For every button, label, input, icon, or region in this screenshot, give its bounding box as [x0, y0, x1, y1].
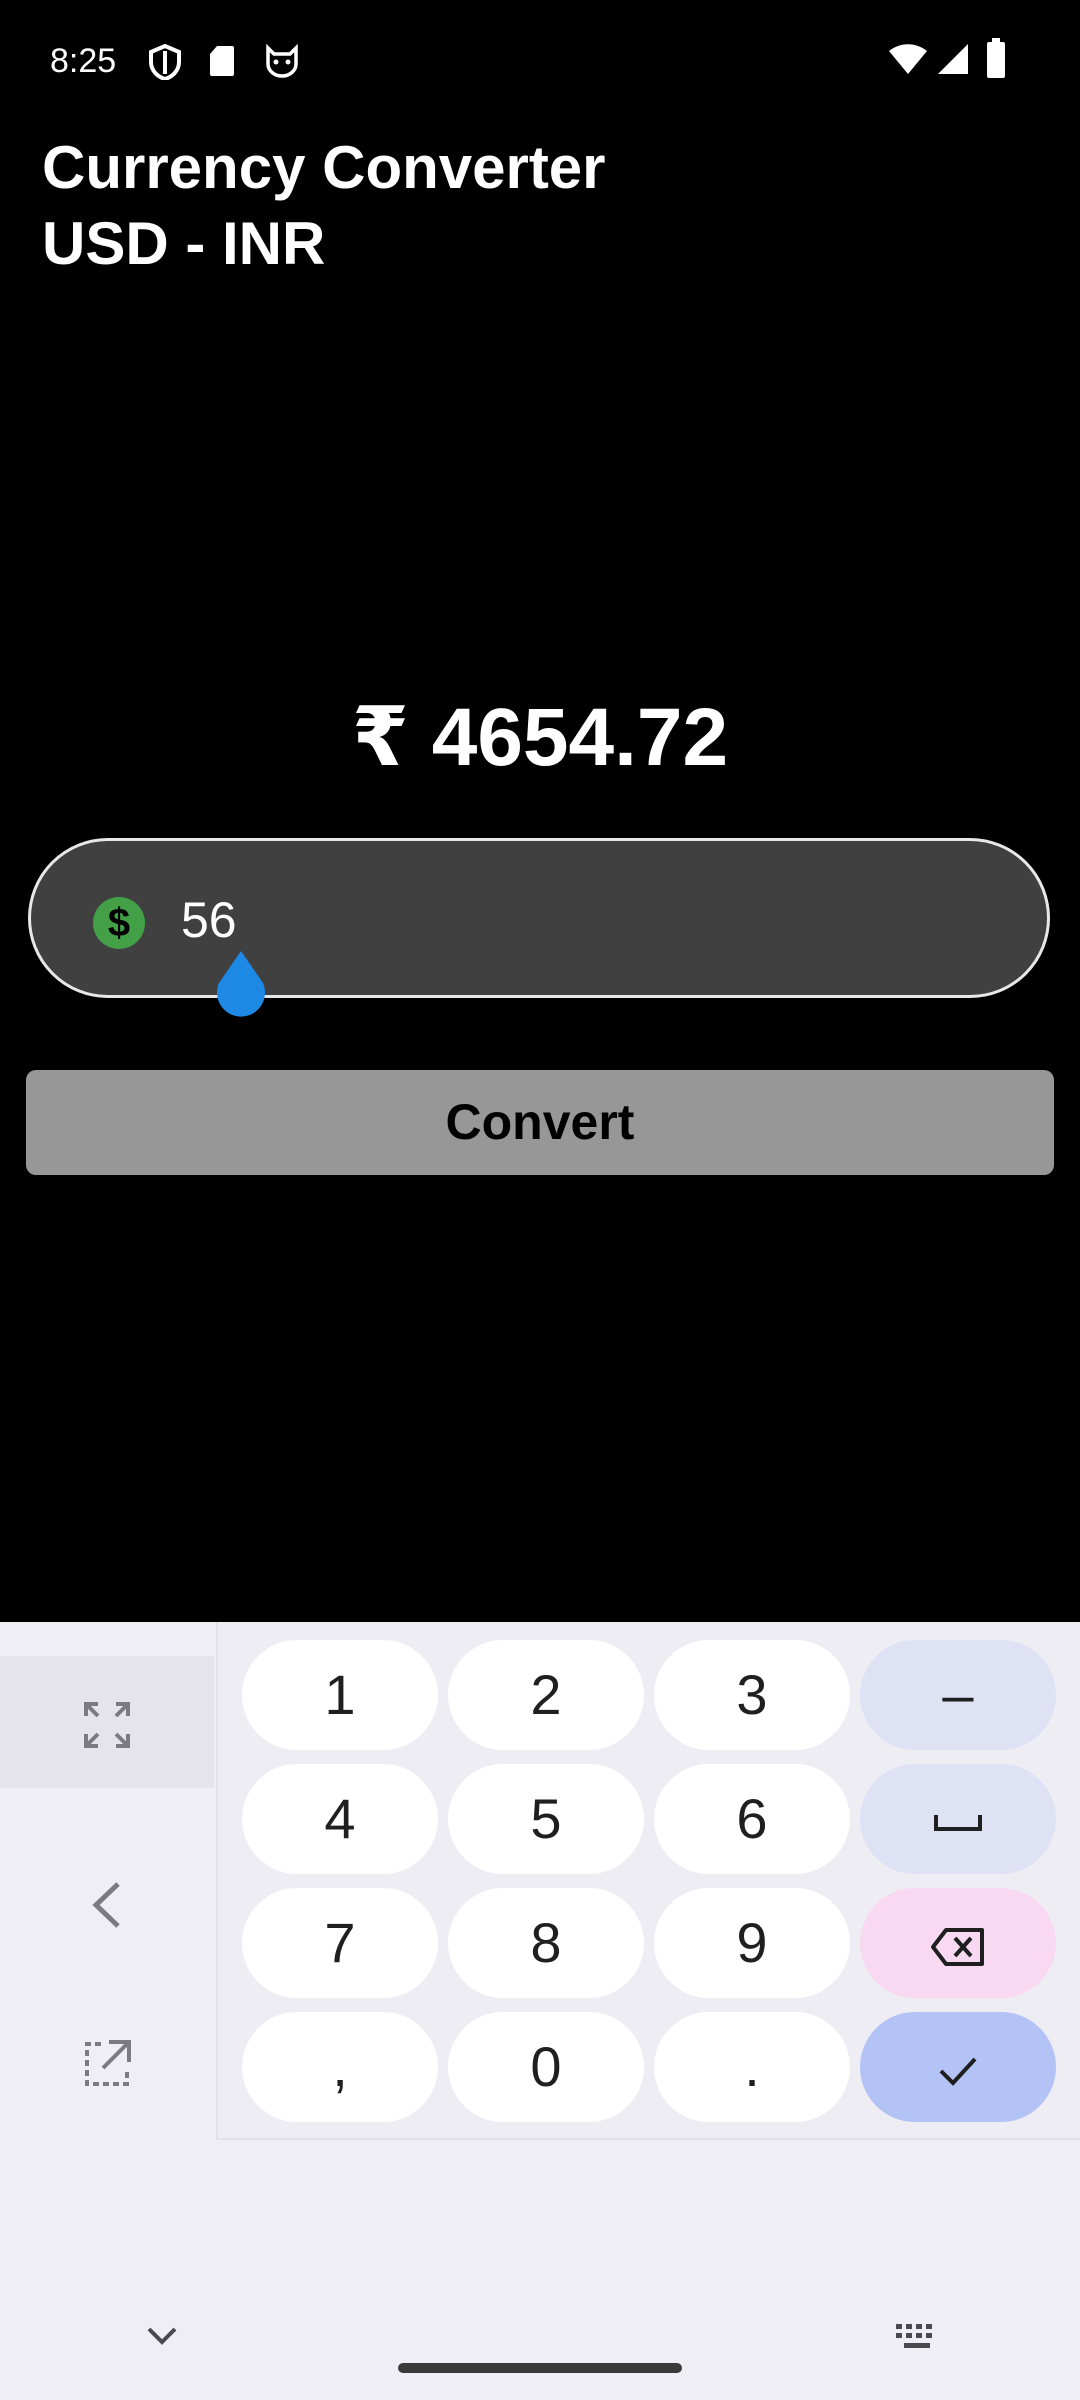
chevron-down-icon[interactable]	[146, 2326, 178, 2346]
open-in-new-icon	[85, 2040, 131, 2086]
key-7[interactable]: 7	[242, 1888, 438, 1998]
numeric-keyboard: 1 2 3 – 4 5 6 7 8 9 , 0 .	[0, 1622, 1080, 2400]
checkmark-icon	[939, 2057, 977, 2087]
convert-button[interactable]: Convert	[26, 1070, 1054, 1175]
keyboard-switch-icon[interactable]	[894, 2322, 940, 2350]
open-external-key[interactable]	[0, 2002, 214, 2122]
key-minus[interactable]: –	[860, 1640, 1056, 1750]
status-time: 8:25	[50, 42, 117, 80]
cursor-handle-icon[interactable]	[211, 949, 271, 1019]
key-5[interactable]: 5	[448, 1764, 644, 1874]
converted-result: ₹ 4654.72	[351, 692, 729, 783]
fullscreen-toggle[interactable]	[0, 1656, 214, 1788]
key-2[interactable]: 2	[448, 1640, 644, 1750]
key-period[interactable]: .	[654, 2012, 850, 2122]
expand-icon	[84, 1702, 130, 1748]
key-8[interactable]: 8	[448, 1888, 644, 1998]
space-bar-icon	[934, 1815, 982, 1832]
amount-field[interactable]: $	[28, 838, 1050, 1017]
home-indicator[interactable]	[398, 2363, 682, 2373]
chevron-left-icon	[92, 1882, 120, 1928]
key-comma[interactable]: ,	[242, 2012, 438, 2122]
key-0[interactable]: 0	[448, 2012, 644, 2122]
battery-icon	[987, 38, 1005, 78]
backspace-icon	[931, 1928, 984, 1967]
key-9[interactable]: 9	[654, 1888, 850, 1998]
cat-face-icon	[266, 44, 298, 78]
key-done[interactable]	[860, 2012, 1056, 2122]
title-line-2: USD - INR	[42, 210, 326, 277]
page-title: Currency Converter USD - INR	[42, 130, 606, 282]
shield-icon	[149, 44, 181, 80]
title-line-1: Currency Converter	[42, 134, 606, 201]
amount-input[interactable]	[181, 885, 1001, 955]
key-space[interactable]	[860, 1764, 1056, 1874]
key-4[interactable]: 4	[242, 1764, 438, 1874]
cell-signal-icon	[938, 44, 968, 74]
wifi-icon	[889, 44, 927, 74]
keypad: 1 2 3 – 4 5 6 7 8 9 , 0 .	[216, 1622, 1080, 2140]
sd-card-icon	[210, 46, 234, 76]
back-key[interactable]	[0, 1842, 214, 1962]
status-bar: 8:25	[0, 0, 1080, 130]
key-backspace[interactable]	[860, 1888, 1056, 1998]
dollar-icon: $	[93, 897, 145, 949]
key-6[interactable]: 6	[654, 1764, 850, 1874]
key-3[interactable]: 3	[654, 1640, 850, 1750]
key-1[interactable]: 1	[242, 1640, 438, 1750]
